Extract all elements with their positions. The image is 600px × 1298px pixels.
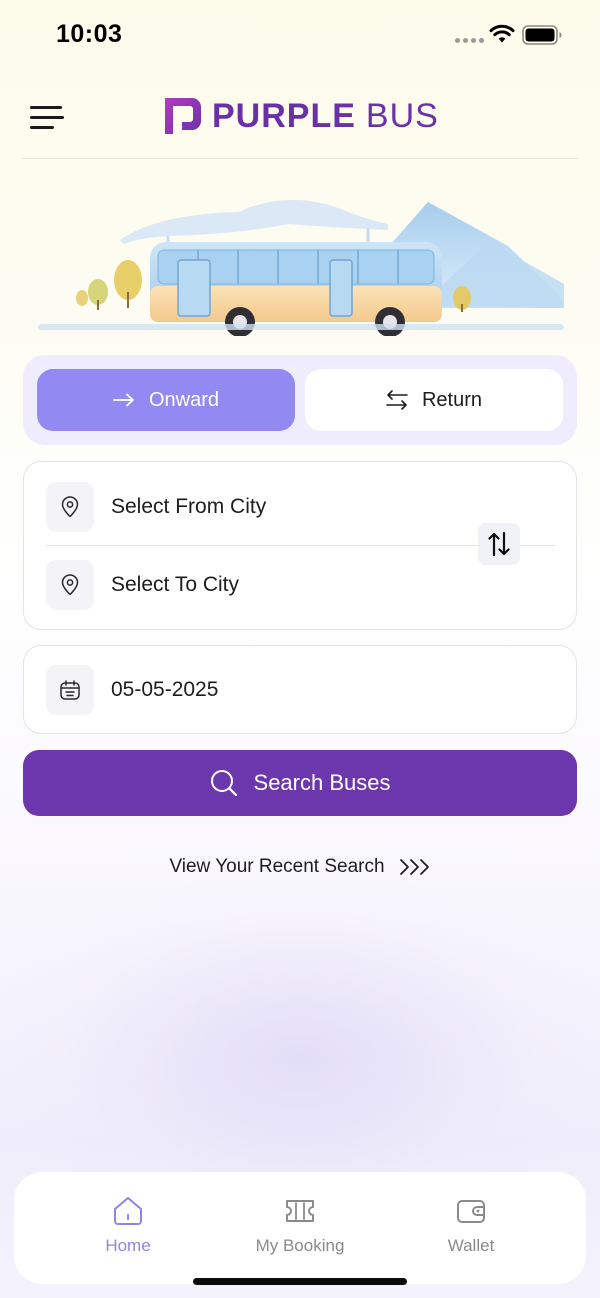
search-buses-button[interactable]: Search Buses — [23, 750, 577, 816]
to-city-field[interactable]: Select To City — [46, 559, 239, 611]
wallet-icon — [457, 1200, 485, 1223]
background-glow — [0, 880, 600, 1200]
return-tab[interactable]: Return — [305, 369, 563, 431]
app-logo: PURPLE BUS — [162, 94, 439, 138]
nav-my-booking-label: My Booking — [255, 1236, 345, 1255]
city-selection-card: Select From City Select To City — [23, 461, 577, 630]
bottom-navigation: Home My Booking Wallet — [14, 1172, 586, 1284]
location-pin-icon — [46, 482, 94, 532]
header-divider — [22, 158, 578, 159]
nav-home[interactable]: Home — [48, 1194, 208, 1264]
travel-date-value: 05-05-2025 — [111, 678, 219, 701]
status-bar: 10:03 — [0, 0, 600, 70]
swap-horizontal-icon — [386, 390, 408, 410]
logo-word-bus: BUS — [365, 97, 439, 135]
search-icon — [210, 770, 237, 797]
location-pin-icon — [46, 560, 94, 610]
onward-label: Onward — [148, 388, 220, 411]
travel-date-field[interactable]: 05-05-2025 — [46, 664, 218, 716]
wifi-icon — [489, 24, 515, 43]
nav-wallet[interactable]: Wallet — [391, 1194, 551, 1264]
date-card: 05-05-2025 — [23, 645, 577, 734]
status-time: 10:03 — [56, 20, 123, 48]
battery-icon — [522, 25, 562, 45]
signal-dots-icon — [455, 38, 484, 43]
logo-word-purple: PURPLE — [212, 97, 356, 135]
search-buses-label: Search Buses — [253, 770, 391, 795]
return-label: Return — [421, 388, 483, 411]
swap-vertical-icon[interactable] — [478, 523, 520, 565]
from-city-placeholder: Select From City — [111, 495, 267, 518]
ticket-icon — [286, 1200, 314, 1222]
bus-illustration — [38, 199, 564, 336]
nav-home-label: Home — [105, 1236, 151, 1255]
trip-type-toggle: Onward Return — [23, 355, 577, 445]
home-icon — [114, 1197, 142, 1225]
home-indicator — [193, 1278, 407, 1285]
from-city-field[interactable]: Select From City — [46, 481, 266, 533]
logo-mark-icon — [165, 98, 201, 134]
nav-my-booking[interactable]: My Booking — [220, 1194, 380, 1264]
arrow-right-icon — [113, 393, 134, 407]
to-city-placeholder: Select To City — [111, 573, 239, 596]
onward-tab[interactable]: Onward — [37, 369, 295, 431]
triple-chevron-right-icon — [399, 859, 429, 875]
recent-search-label: View Your Recent Search — [169, 856, 385, 877]
view-recent-search-link[interactable]: View Your Recent Search — [0, 852, 600, 882]
nav-wallet-label: Wallet — [447, 1236, 495, 1255]
hamburger-menu-icon[interactable] — [26, 100, 68, 136]
calendar-icon — [46, 665, 94, 715]
